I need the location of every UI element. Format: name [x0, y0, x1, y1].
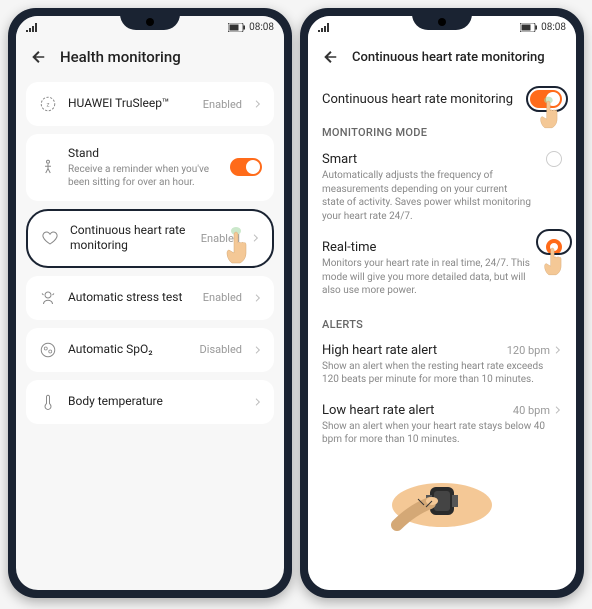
- page-title: Health monitoring: [60, 48, 181, 66]
- chevron-right-icon: [252, 234, 260, 242]
- alert-high[interactable]: High heart rate alert 120 bpm Show an al…: [322, 337, 562, 397]
- section-monitoring-mode: MONITORING MODE: [322, 116, 562, 145]
- content: z HUAWEI TruSleep™ Enabled Stand Receive…: [16, 76, 284, 438]
- battery-icon: [520, 23, 538, 32]
- header: Health monitoring: [16, 38, 284, 76]
- chevron-right-icon: [254, 346, 262, 354]
- stand-toggle[interactable]: [230, 158, 262, 176]
- radio-smart[interactable]: [546, 151, 562, 167]
- signal-icon: [318, 22, 330, 32]
- main-toggle[interactable]: [530, 90, 562, 108]
- svg-text:z: z: [47, 101, 50, 108]
- spo2-icon: [38, 340, 58, 360]
- sleep-icon: z: [38, 94, 58, 114]
- alert-low[interactable]: Low heart rate alert 40 bpm Show an aler…: [322, 397, 562, 457]
- alert-desc: Show an alert when your heart rate stays…: [322, 420, 562, 447]
- status-bar: 08:08: [308, 16, 576, 38]
- thermometer-icon: [38, 392, 58, 412]
- alert-desc: Show an alert when the resting heart rat…: [322, 360, 562, 387]
- item-status: Enabled: [203, 98, 242, 111]
- item-title: Automatic SpO₂: [68, 342, 190, 358]
- item-status: Disabled: [200, 343, 242, 356]
- chevron-right-icon: [554, 406, 562, 414]
- header: Continuous heart rate monitoring: [308, 38, 576, 76]
- alert-title: Low heart rate alert: [322, 403, 434, 418]
- chevron-right-icon: [254, 294, 262, 302]
- status-bar: 08:08: [16, 16, 284, 38]
- chevron-right-icon: [254, 100, 262, 108]
- phone-right: 08:08 Continuous heart rate monitoring C…: [300, 8, 584, 598]
- status-time: 08:08: [541, 22, 566, 33]
- item-title: Continuous heart rate monitoring: [70, 223, 191, 254]
- battery-icon: [228, 23, 246, 32]
- phone-left: 08:08 Health monitoring z HUAWEI TruSlee…: [8, 8, 292, 598]
- chevron-right-icon: [554, 346, 562, 354]
- signal-icon: [26, 22, 38, 32]
- back-icon[interactable]: [322, 48, 340, 66]
- back-icon[interactable]: [30, 48, 48, 66]
- wrist-illustration: [322, 457, 562, 543]
- screen-right: 08:08 Continuous heart rate monitoring C…: [308, 16, 576, 590]
- radio-realtime[interactable]: [546, 239, 562, 255]
- screen-left: 08:08 Health monitoring z HUAWEI TruSlee…: [16, 16, 284, 590]
- item-stress[interactable]: Automatic stress test Enabled: [26, 276, 274, 320]
- chevron-right-icon: [254, 398, 262, 406]
- item-sub: Receive a reminder when you've been sitt…: [68, 163, 220, 189]
- mode-desc: Monitors your heart rate in real time, 2…: [322, 257, 562, 298]
- alert-value: 120 bpm: [507, 344, 550, 357]
- alert-title: High heart rate alert: [322, 343, 437, 358]
- heart-icon: [40, 228, 60, 248]
- page-title: Continuous heart rate monitoring: [352, 50, 545, 65]
- section-alerts: ALERTS: [322, 308, 562, 337]
- stand-icon: [38, 157, 58, 177]
- main-toggle-row: Continuous heart rate monitoring: [322, 82, 562, 116]
- item-title: HUAWEI TruSleep™: [68, 96, 193, 112]
- item-title: Stand: [68, 146, 220, 162]
- mode-title: Smart: [322, 152, 357, 167]
- stress-icon: [38, 288, 58, 308]
- mode-smart[interactable]: Smart Automatically adjusts the frequenc…: [322, 145, 562, 233]
- item-status: Enabled: [203, 291, 242, 304]
- alert-value: 40 bpm: [513, 404, 550, 417]
- item-stand[interactable]: Stand Receive a reminder when you've bee…: [26, 134, 274, 201]
- item-spo2[interactable]: Automatic SpO₂ Disabled: [26, 328, 274, 372]
- mode-realtime[interactable]: Real-time Monitors your heart rate in re…: [322, 233, 562, 308]
- item-status: Enabled: [201, 232, 240, 245]
- mode-desc: Automatically adjusts the frequency of m…: [322, 169, 562, 223]
- item-title: Automatic stress test: [68, 290, 193, 306]
- item-temperature[interactable]: Body temperature: [26, 380, 274, 424]
- item-heart-rate[interactable]: Continuous heart rate monitoring Enabled: [26, 209, 274, 268]
- item-trusleep[interactable]: z HUAWEI TruSleep™ Enabled: [26, 82, 274, 126]
- content: Continuous heart rate monitoring MONITOR…: [308, 76, 576, 590]
- item-title: Body temperature: [68, 394, 244, 410]
- mode-title: Real-time: [322, 240, 376, 255]
- status-time: 08:08: [249, 22, 274, 33]
- toggle-label: Continuous heart rate monitoring: [322, 92, 513, 107]
